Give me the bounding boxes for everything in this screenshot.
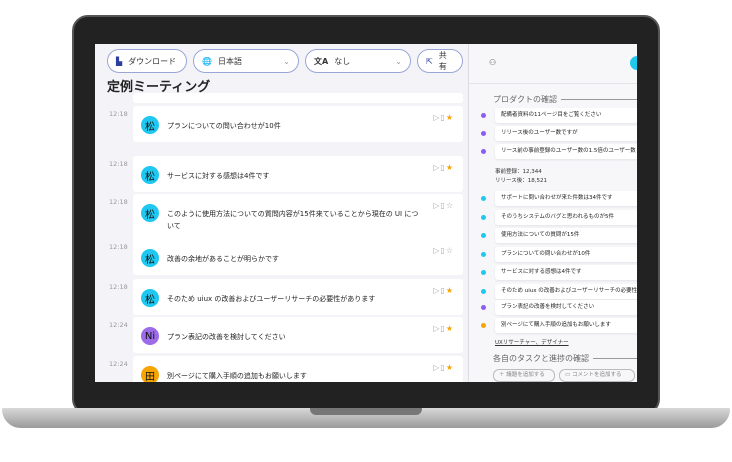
- avatar: 松: [141, 249, 159, 267]
- bullet-dot: [481, 214, 486, 220]
- play-icon[interactable]: ▷: [433, 246, 439, 255]
- play-icon[interactable]: ▷: [433, 163, 439, 172]
- add-topic-button[interactable]: ＋ 議題を追加する: [493, 369, 555, 382]
- trash-icon[interactable]: ▯: [440, 324, 444, 333]
- bullet-dot: [481, 233, 486, 238]
- laptop-notch: [310, 408, 422, 415]
- summary-item[interactable]: サービスに対する感想は4件です: [481, 265, 637, 280]
- avatar: [630, 56, 637, 70]
- message-item[interactable]: 松 プランについての問い合わせが10件 ▷ ▯ ★: [133, 106, 463, 142]
- chevron-down-icon: ⌄: [283, 56, 290, 66]
- summary-item[interactable]: そのうちシステムのバグと思われるものが5件: [481, 209, 637, 225]
- message-text: サービスに対する感想は4件です: [167, 172, 270, 180]
- bullet-dot: [481, 288, 486, 294]
- trash-icon[interactable]: ▯: [440, 163, 444, 172]
- message-item[interactable]: 田 別ページにて購入手順の追加もお願いします ▷ ▯ ★: [133, 356, 463, 382]
- avatar: 松: [141, 204, 159, 222]
- play-icon[interactable]: ▷: [433, 286, 439, 295]
- download-icon: ▙: [116, 56, 123, 66]
- summary-header: ⚇: [469, 44, 637, 84]
- star-icon[interactable]: ★: [446, 363, 453, 372]
- trash-icon[interactable]: ▯: [440, 286, 444, 295]
- bullet-dot: [481, 149, 486, 154]
- message-time: 12:18: [109, 243, 128, 251]
- bullet-dot: [481, 113, 486, 118]
- message-item[interactable]: 松 サービスに対する感想は4件です ▷ ▯ ★: [133, 156, 463, 192]
- trash-icon[interactable]: ▯: [440, 201, 444, 210]
- summary-panel: ⚇ プロダクトの確認 配備者資料の11ページ目をご覧ください リリース後のユーザー…: [468, 44, 637, 382]
- message-item[interactable]: 松 このように使用方法についての質問内容が15件来ていることから現在の UI に…: [133, 194, 463, 244]
- play-icon[interactable]: ▷: [433, 201, 439, 210]
- summary-item[interactable]: プランについての問い合わせが10件: [481, 246, 637, 262]
- message-item[interactable]: Ni プラン表記の改善を検討してください ▷ ▯ ★: [133, 317, 463, 353]
- avatar: 田: [141, 366, 159, 382]
- star-icon[interactable]: ★: [446, 286, 453, 295]
- chevron-down-icon: ⌄: [395, 56, 402, 66]
- message-time: 12:18: [109, 283, 128, 291]
- bullet-dot: [481, 270, 486, 275]
- message-text: 別ページにて購入手順の追加もお願いします: [167, 372, 307, 380]
- section-tasks: 各自のタスクと進捗の確認: [493, 353, 637, 364]
- summary-item[interactable]: 別ページにて購入手順の追加もお願いします: [481, 318, 637, 333]
- language-select[interactable]: 🌐 日本語 ⌄: [193, 49, 299, 73]
- avatar: Ni: [141, 327, 159, 345]
- message-time: 12:18: [109, 160, 128, 168]
- avatar: 松: [141, 116, 159, 134]
- assignees[interactable]: UXリサーチャー、デザイナー: [495, 339, 569, 348]
- share-icon: ⇱: [426, 56, 433, 66]
- bullet-dot: [481, 251, 486, 257]
- download-button[interactable]: ▙ ダウンロード: [107, 49, 187, 73]
- star-icon[interactable]: ☆: [446, 201, 453, 210]
- bullet-dot: [481, 196, 486, 201]
- message-partial: [133, 93, 463, 103]
- transcript-panel: ▙ ダウンロード 🌐 日本語 ⌄ 文A なし ⌄ ⇱ 共有 定例ミーティング 12:18 松…: [95, 44, 468, 382]
- trash-icon[interactable]: ▯: [440, 363, 444, 372]
- summary-item[interactable]: 配備者資料の11ページ目をご覧ください: [481, 108, 637, 123]
- share-button[interactable]: ⇱ 共有: [417, 49, 463, 73]
- bullet-dot: [481, 323, 486, 328]
- message-time: 12:18: [109, 110, 128, 118]
- star-icon[interactable]: ★: [446, 324, 453, 333]
- avatar: 松: [141, 289, 159, 307]
- globe-icon: 🌐: [202, 56, 212, 66]
- star-icon[interactable]: ☆: [446, 246, 453, 255]
- translation-select[interactable]: 文A なし ⌄: [305, 49, 411, 73]
- summary-item[interactable]: プラン表記の改善を検討してください: [481, 300, 637, 315]
- play-icon[interactable]: ▷: [433, 324, 439, 333]
- bullet-dot: [481, 131, 486, 136]
- message-time: 12:24: [109, 360, 128, 368]
- summary-item[interactable]: 使用方法についての質問が15件: [481, 228, 637, 243]
- message-text: プラン表記の改善を検討してください: [167, 333, 286, 341]
- summary-item[interactable]: サポートに問い合わせが来た件数は34件です: [481, 191, 637, 206]
- message-text: このように使用方法についての質問内容が15件来ていることから現在の UI につい…: [167, 210, 419, 230]
- bullet-dot: [481, 305, 486, 310]
- user-icon[interactable]: ⚇: [489, 58, 496, 67]
- note: 事前登録：12,344 リリース後：18,521: [495, 169, 547, 184]
- message-item[interactable]: 松 改善の余地があることが明らかです ▷ ▯ ☆: [133, 239, 463, 275]
- app-screen: ▙ ダウンロード 🌐 日本語 ⌄ 文A なし ⌄ ⇱ 共有 定例ミーティング 12:18 松…: [95, 44, 637, 382]
- message-text: 改善の余地があることが明らかです: [167, 255, 279, 263]
- summary-item[interactable]: リース前の事前登録のユーザー数の1.5倍のユーザー数: [481, 144, 637, 159]
- summary-item[interactable]: そのため uiux の改善およびユーザーリサーチの必要性: [481, 283, 637, 299]
- message-item[interactable]: 松 そのため uiux の改善およびユーザーリサーチの必要性があります ▷ ▯ ★: [133, 279, 463, 315]
- star-icon[interactable]: ★: [446, 163, 453, 172]
- summary-item[interactable]: リリース後のユーザー数ですが: [481, 126, 637, 141]
- message-text: そのため uiux の改善およびユーザーリサーチの必要性があります: [167, 295, 376, 303]
- add-comment-button[interactable]: ▭ コメントを追加する: [559, 369, 635, 382]
- message-time: 12:18: [109, 198, 128, 206]
- trash-icon[interactable]: ▯: [440, 113, 444, 122]
- avatar: 松: [141, 166, 159, 184]
- star-icon[interactable]: ★: [446, 113, 453, 122]
- message-time: 12:24: [109, 321, 128, 329]
- play-icon[interactable]: ▷: [433, 113, 439, 122]
- trash-icon[interactable]: ▯: [440, 246, 444, 255]
- play-icon[interactable]: ▷: [433, 363, 439, 372]
- translate-icon: 文A: [314, 56, 329, 66]
- message-text: プランについての問い合わせが10件: [167, 122, 281, 130]
- section-product-check: プロダクトの確認: [493, 94, 637, 105]
